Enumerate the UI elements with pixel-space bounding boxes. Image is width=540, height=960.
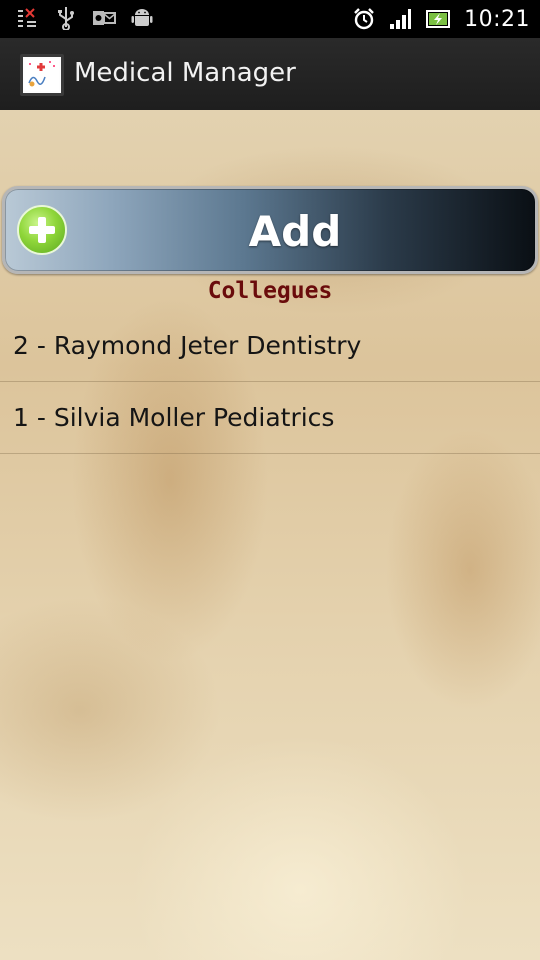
android-icon [131,9,153,26]
action-bar: Medical Manager [0,38,540,111]
battery-charging-icon [426,10,451,28]
notification-icons [16,6,154,30]
signal-icon [390,9,412,29]
colleagues-list: 2 - Raymond Jeter Dentistry 1 - Silvia M… [0,310,540,454]
medical-manager-app-icon[interactable] [20,54,64,96]
clock-time: 10:21 [464,6,530,32]
section-title: Collegues [207,278,333,304]
medical-chart-icon [25,59,59,91]
list-item[interactable]: 1 - Silvia Moller Pediatrics [0,382,540,454]
status-bar: 10:21 [0,0,540,38]
add-colleague-button[interactable]: Add [2,186,538,274]
parchment-content: Add Collegues 2 - Raymond Jeter Dentistr… [0,110,540,960]
system-icons: 10:21 [352,4,530,34]
add-button-label: Add [248,207,342,256]
usb-icon [58,7,74,30]
task-switcher-icon [18,8,36,27]
alarm-icon [354,8,374,30]
app-title: Medical Manager [74,58,296,88]
list-item[interactable]: 2 - Raymond Jeter Dentistry [0,310,540,382]
outlook-icon [93,11,116,25]
